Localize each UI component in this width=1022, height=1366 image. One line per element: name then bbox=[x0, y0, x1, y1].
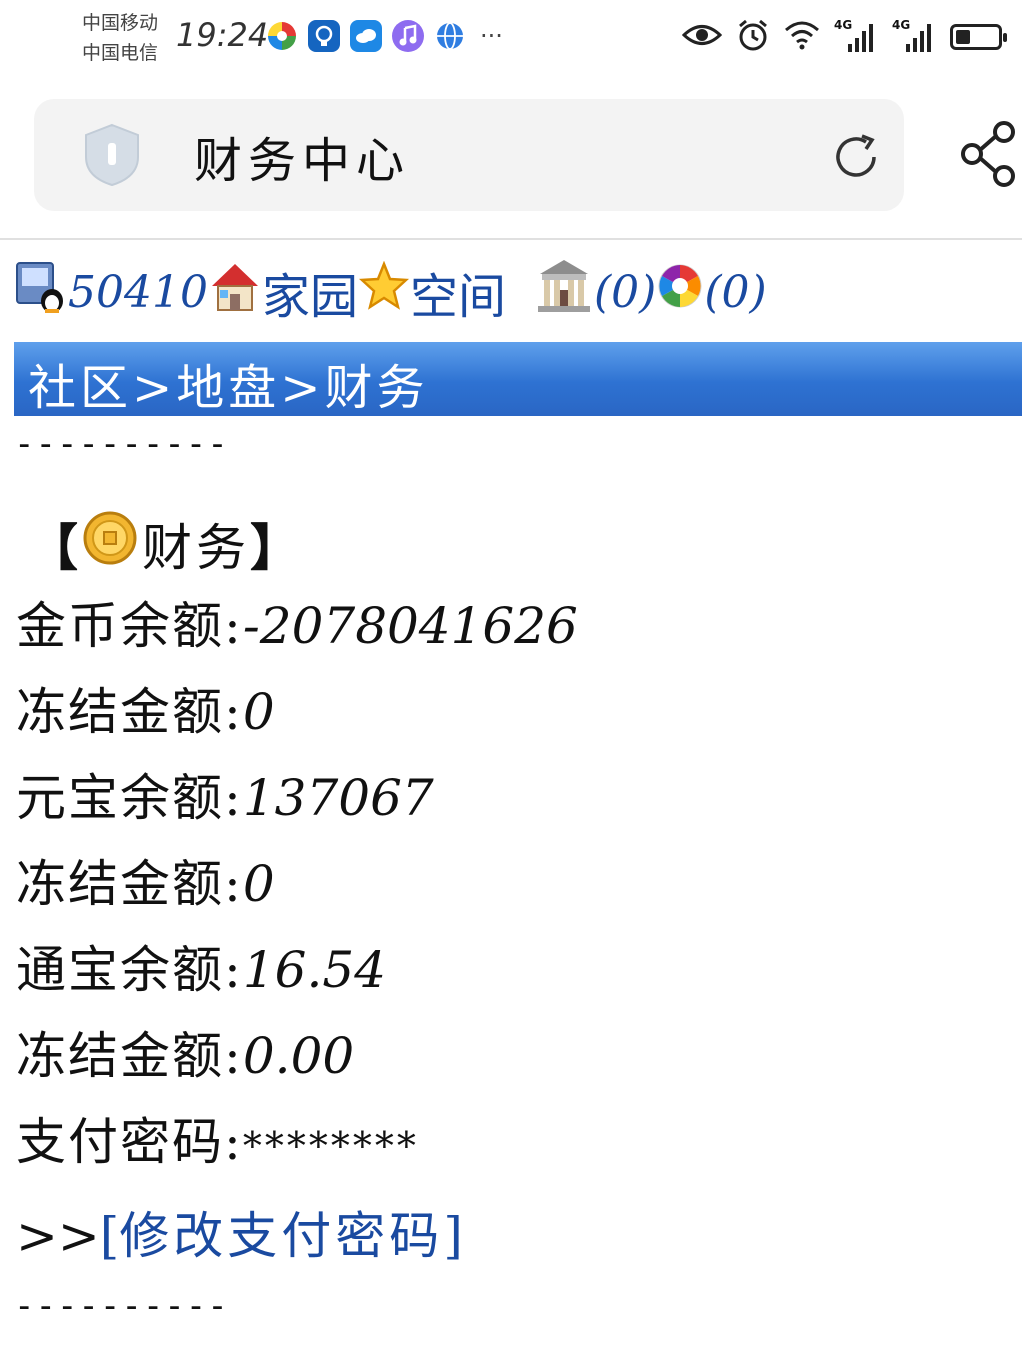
home-link[interactable]: 家园 bbox=[262, 257, 358, 327]
row-label: 支付密码: bbox=[16, 1113, 243, 1171]
carrier-labels: 中国移动 中国电信 bbox=[82, 8, 158, 68]
reload-icon[interactable] bbox=[828, 129, 884, 189]
gold-frozen-row: 冻结金额:0 bbox=[16, 682, 275, 742]
bracket-close: 】 bbox=[250, 518, 300, 577]
row-label: 通宝余额: bbox=[16, 941, 243, 999]
divider-bottom: ---------- bbox=[14, 1286, 229, 1326]
breadcrumb-text: 社区>地盘>财务 bbox=[28, 360, 429, 416]
section-label: 财务 bbox=[142, 519, 250, 577]
cloud-app-icon bbox=[350, 20, 382, 52]
row-label: 金币余额: bbox=[16, 597, 243, 655]
yuanbao-frozen-row: 冻结金额:0 bbox=[16, 854, 275, 914]
row-value: 0 bbox=[242, 683, 275, 741]
change-password-link[interactable]: 修改支付密码 bbox=[119, 1207, 443, 1265]
row-value: 16.54 bbox=[242, 941, 386, 999]
address-bar[interactable]: 财务中心 bbox=[34, 99, 904, 211]
clock: 19:24 bbox=[176, 16, 269, 54]
shield-icon[interactable] bbox=[80, 121, 144, 193]
tongbao-frozen-row: 冻结金额:0.00 bbox=[16, 1026, 354, 1086]
notifications-count-link[interactable]: (0) bbox=[704, 267, 766, 318]
messages-count-link[interactable]: (0) bbox=[594, 267, 656, 318]
space-link[interactable]: 空间 bbox=[410, 257, 506, 327]
top-links: 50410 家园 空间 (0) (0) bbox=[14, 252, 767, 332]
row-label: 冻结金额: bbox=[16, 855, 243, 913]
row-value: 137067 bbox=[242, 769, 434, 827]
aperture-icon bbox=[656, 262, 704, 322]
breadcrumb: 社区>地盘>财务 bbox=[14, 342, 1022, 416]
bracket-open: [ bbox=[99, 1207, 120, 1265]
music-app-icon bbox=[392, 20, 424, 52]
share-icon[interactable] bbox=[958, 120, 1020, 192]
notification-icons: ··· bbox=[266, 20, 503, 52]
battery-level bbox=[956, 30, 970, 44]
bracket-open: 【 bbox=[28, 518, 78, 577]
payment-password-row: 支付密码:******** bbox=[16, 1112, 419, 1176]
divider-top: ---------- bbox=[14, 424, 229, 464]
carrier-1: 中国移动 bbox=[82, 12, 159, 34]
star-icon bbox=[358, 260, 410, 323]
network-type-label: 4G bbox=[834, 18, 853, 32]
house-icon bbox=[208, 258, 262, 326]
link-prefix: >> bbox=[16, 1207, 100, 1265]
gold-balance-row: 金币余额:-2078041626 bbox=[16, 596, 578, 656]
row-label: 元宝余额: bbox=[16, 769, 243, 827]
eye-icon bbox=[681, 20, 723, 54]
row-value: 0.00 bbox=[242, 1027, 355, 1085]
building-icon bbox=[534, 256, 594, 328]
battery-icon bbox=[950, 24, 1007, 50]
change-password-row: >>[修改支付密码] bbox=[16, 1196, 463, 1268]
row-label: 冻结金额: bbox=[16, 1027, 243, 1085]
signal-4g-icon-1: 4G bbox=[834, 18, 878, 54]
lightbulb-app-icon bbox=[308, 20, 340, 52]
system-icons: 4G 4G bbox=[681, 18, 1007, 56]
row-value: 0 bbox=[242, 855, 275, 913]
alarm-icon bbox=[736, 18, 770, 56]
status-bar: 中国移动 中国电信 19:24 ··· 4G 4G bbox=[0, 0, 1022, 80]
user-id-link[interactable]: 50410 bbox=[68, 267, 208, 318]
wifi-icon bbox=[784, 20, 820, 54]
globe-app-icon bbox=[434, 20, 466, 52]
carrier-2: 中国电信 bbox=[82, 42, 159, 64]
row-value: -2078041626 bbox=[242, 597, 578, 655]
more-notifications-icon: ··· bbox=[480, 22, 503, 50]
pinwheel-app-icon bbox=[266, 20, 298, 52]
page-title: 财务中心 bbox=[194, 133, 411, 189]
section-heading: 【 财务 】 bbox=[28, 508, 300, 580]
tongbao-balance-row: 通宝余额:16.54 bbox=[16, 940, 386, 1000]
row-value: ******** bbox=[242, 1124, 419, 1168]
signal-4g-icon-2: 4G bbox=[892, 18, 936, 54]
toolbar-divider bbox=[0, 238, 1022, 240]
network-type-label: 4G bbox=[892, 18, 911, 32]
coin-icon bbox=[82, 510, 138, 578]
bracket-close: ] bbox=[443, 1207, 463, 1265]
qq-user-icon bbox=[14, 257, 68, 327]
yuanbao-balance-row: 元宝余额:137067 bbox=[16, 768, 434, 828]
row-label: 冻结金额: bbox=[16, 683, 243, 741]
